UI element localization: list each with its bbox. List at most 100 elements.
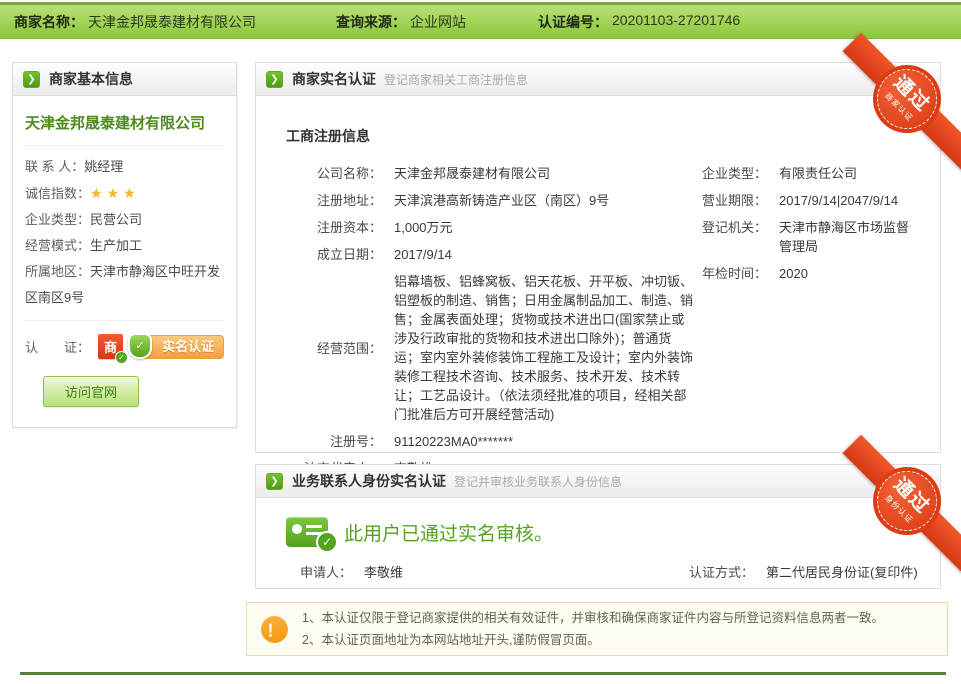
topbar-merchant: 商家名称： 天津金邦晟泰建材有限公司 xyxy=(14,12,256,32)
disclaimer-line-2: 2、本认证页面地址为本网站地址开头,谨防假冒页面。 xyxy=(302,629,884,651)
merchant-cert-panel: ❯ 商家实名认证 登记商家相关工商注册信息 通过 商家认证 工商注册信息 公司名… xyxy=(255,62,941,453)
registration-section-title: 工商注册信息 xyxy=(286,126,920,146)
sidebar-header: ❯ 商家基本信息 xyxy=(13,63,236,96)
company-name-label: 公司名称： xyxy=(286,164,382,183)
registration-number-label: 注册号： xyxy=(286,432,382,451)
identity-cert-title: 业务联系人身份实名认证 xyxy=(292,471,446,491)
query-source-label: 查询来源： xyxy=(336,12,406,32)
star-rating-icon: ★★★ xyxy=(90,185,140,201)
enterprise-type-value: 民营公司 xyxy=(90,212,142,227)
merchant-topbar: 商家名称： 天津金邦晟泰建材有限公司 查询来源： 企业网站 认证编号： 2020… xyxy=(0,2,961,39)
credit-row: 诚信指数：★★★ xyxy=(25,180,224,207)
contact-row: 联 系 人：姚经理 xyxy=(25,154,224,180)
enterprise-type-value: 有限责任公司 xyxy=(779,164,857,183)
established-date-label: 成立日期： xyxy=(286,245,382,264)
merchant-info-sidebar: ❯ 商家基本信息 天津金邦晟泰建材有限公司 联 系 人：姚经理 诚信指数：★★★… xyxy=(12,62,237,428)
merchant-cert-title: 商家实名认证 xyxy=(292,69,376,89)
visit-website-button[interactable]: 访问官网 xyxy=(43,376,139,407)
registration-authority-label: 登记机关： xyxy=(701,218,767,256)
check-icon: ✓ xyxy=(115,351,128,364)
contact-label: 联 系 人： xyxy=(25,159,84,174)
registration-number-row: 注册号： 91120223MA0******* xyxy=(286,432,701,451)
merchant-cert-icon[interactable]: 商 ✓ xyxy=(98,334,123,359)
sidebar-title: 商家基本信息 xyxy=(49,69,133,89)
merchant-cert-header: ❯ 商家实名认证 登记商家相关工商注册信息 xyxy=(256,63,940,96)
cert-no-label: 认证编号： xyxy=(538,12,608,32)
registered-address-label: 注册地址： xyxy=(286,191,382,210)
applicant-label: 申请人： xyxy=(256,563,352,582)
identity-cert-header: ❯ 业务联系人身份实名认证 登记并审核业务联系人身份信息 xyxy=(256,465,940,498)
id-card-line xyxy=(306,525,322,528)
registration-authority-row: 登记机关： 天津市静海区市场监督管理局 xyxy=(701,218,920,256)
enterprise-type-row: 企业类型： 有限责任公司 xyxy=(701,164,920,183)
contact-value: 姚经理 xyxy=(84,159,123,174)
disclaimer-line-1: 1、本认证仅限于登记商家提供的相关有效证件，并审核和确保商家证件内容与所登记资料… xyxy=(302,607,884,629)
region-label: 所属地区： xyxy=(25,264,90,279)
business-mode-row: 经营模式：生产加工 xyxy=(25,233,224,259)
sidebar-body: 天津金邦晟泰建材有限公司 联 系 人：姚经理 诚信指数：★★★ 企业类型：民营公… xyxy=(13,96,236,427)
business-scope-value: 铝幕墙板、铝蜂窝板、铝天花板、开平板、冲切钣、铝塑板的制造、销售；日用金属制品加… xyxy=(394,272,694,424)
footer-divider xyxy=(20,672,946,675)
business-scope-label: 经营范围： xyxy=(286,339,382,358)
sidebar-company-name: 天津金邦晟泰建材有限公司 xyxy=(25,104,224,146)
cert-method-label: 认证方式： xyxy=(674,563,754,582)
disclaimer-notice: ！ 1、本认证仅限于登记商家提供的相关有效证件，并审核和确保商家证件内容与所登记… xyxy=(246,602,948,656)
registered-capital-value: 1,000万元 xyxy=(394,218,694,237)
query-source-value: 企业网站 xyxy=(410,12,466,32)
registration-number-value: 91120223MA0******* xyxy=(394,432,694,451)
established-date-value: 2017/9/14 xyxy=(394,245,694,264)
identity-cert-panel: ❯ 业务联系人身份实名认证 登记并审核业务联系人身份信息 通过 身份认证 ✓ 此… xyxy=(255,464,941,589)
shield-check-icon: ✓ xyxy=(128,333,152,359)
realname-cert-badge[interactable]: ✓ 实名认证 xyxy=(139,335,224,359)
registration-info-body: 工商注册信息 公司名称： 天津金邦晟泰建材有限公司 注册地址： 天津滨港高新铸造… xyxy=(256,96,940,496)
verification-status-row: ✓ 此用户已通过实名审核。 xyxy=(256,498,940,547)
business-term-value: 2017/9/14|2047/9/14 xyxy=(779,191,898,210)
realname-badge-label: 实名认证 xyxy=(162,339,214,354)
enterprise-type-row: 企业类型：民营公司 xyxy=(25,207,224,233)
check-icon: ✓ xyxy=(316,531,338,553)
green-arrow-icon: ❯ xyxy=(266,71,283,88)
id-card-icon: ✓ xyxy=(286,517,328,547)
green-arrow-icon: ❯ xyxy=(23,71,40,88)
business-mode-value: 生产加工 xyxy=(90,238,142,253)
identity-cert-subtitle: 登记并审核业务联系人身份信息 xyxy=(454,473,622,490)
merchant-name-value: 天津金邦晟泰建材有限公司 xyxy=(88,12,256,32)
merchant-name-label: 商家名称： xyxy=(14,12,84,32)
business-mode-label: 经营模式： xyxy=(25,238,90,253)
annual-inspection-row: 年检时间： 2020 xyxy=(701,264,920,283)
warning-icon: ！ xyxy=(261,616,288,643)
registered-address-row: 注册地址： 天津滨港高新铸造产业区（南区）9号 xyxy=(286,191,701,210)
verification-status-text: 此用户已通过实名审核。 xyxy=(344,519,553,546)
applicant-value: 李敬维 xyxy=(364,563,403,582)
cert-method-value: 第二代居民身份证(复印件) xyxy=(766,563,918,582)
certification-label: 认 证： xyxy=(25,337,90,356)
certification-row: 认 证： 商 ✓ ✓ 实名认证 xyxy=(25,320,224,359)
disclaimer-lines: 1、本认证仅限于登记商家提供的相关有效证件，并审核和确保商家证件内容与所登记资料… xyxy=(302,607,884,651)
registration-right-column: 企业类型： 有限责任公司 营业期限： 2017/9/14|2047/9/14 登… xyxy=(701,164,920,486)
registered-capital-row: 注册资本： 1,000万元 xyxy=(286,218,701,237)
region-row: 所属地区：天津市静海区中旺开发区南区9号 xyxy=(25,259,224,311)
registered-address-value: 天津滨港高新铸造产业区（南区）9号 xyxy=(394,191,694,210)
cert-no-value: 20201103-27201746 xyxy=(612,12,740,32)
company-name-value: 天津金邦晟泰建材有限公司 xyxy=(394,164,694,183)
applicant-row: 申请人： 李敬维 认证方式： 第二代居民身份证(复印件) xyxy=(256,563,940,582)
business-term-row: 营业期限： 2017/9/14|2047/9/14 xyxy=(701,191,920,210)
topbar-source: 查询来源： 企业网站 xyxy=(336,12,466,32)
id-card-face xyxy=(292,524,302,534)
annual-inspection-value: 2020 xyxy=(779,264,808,283)
business-term-label: 营业期限： xyxy=(701,191,767,210)
green-arrow-icon: ❯ xyxy=(266,473,283,490)
registration-left-column: 公司名称： 天津金邦晟泰建材有限公司 注册地址： 天津滨港高新铸造产业区（南区）… xyxy=(286,164,701,486)
registration-authority-value: 天津市静海区市场监督管理局 xyxy=(779,218,920,256)
main-content: ❯ 商家实名认证 登记商家相关工商注册信息 通过 商家认证 工商注册信息 公司名… xyxy=(255,62,941,589)
merchant-cert-subtitle: 登记商家相关工商注册信息 xyxy=(384,71,528,88)
credit-label: 诚信指数： xyxy=(25,186,90,201)
business-scope-row: 经营范围： 铝幕墙板、铝蜂窝板、铝天花板、开平板、冲切钣、铝塑板的制造、销售；日… xyxy=(286,272,701,424)
cert-method-group: 认证方式： 第二代居民身份证(复印件) xyxy=(674,563,918,582)
enterprise-type-label: 企业类型： xyxy=(701,164,767,183)
company-name-row: 公司名称： 天津金邦晟泰建材有限公司 xyxy=(286,164,701,183)
established-date-row: 成立日期： 2017/9/14 xyxy=(286,245,701,264)
registered-capital-label: 注册资本： xyxy=(286,218,382,237)
enterprise-type-label: 企业类型： xyxy=(25,212,90,227)
annual-inspection-label: 年检时间： xyxy=(701,264,767,283)
